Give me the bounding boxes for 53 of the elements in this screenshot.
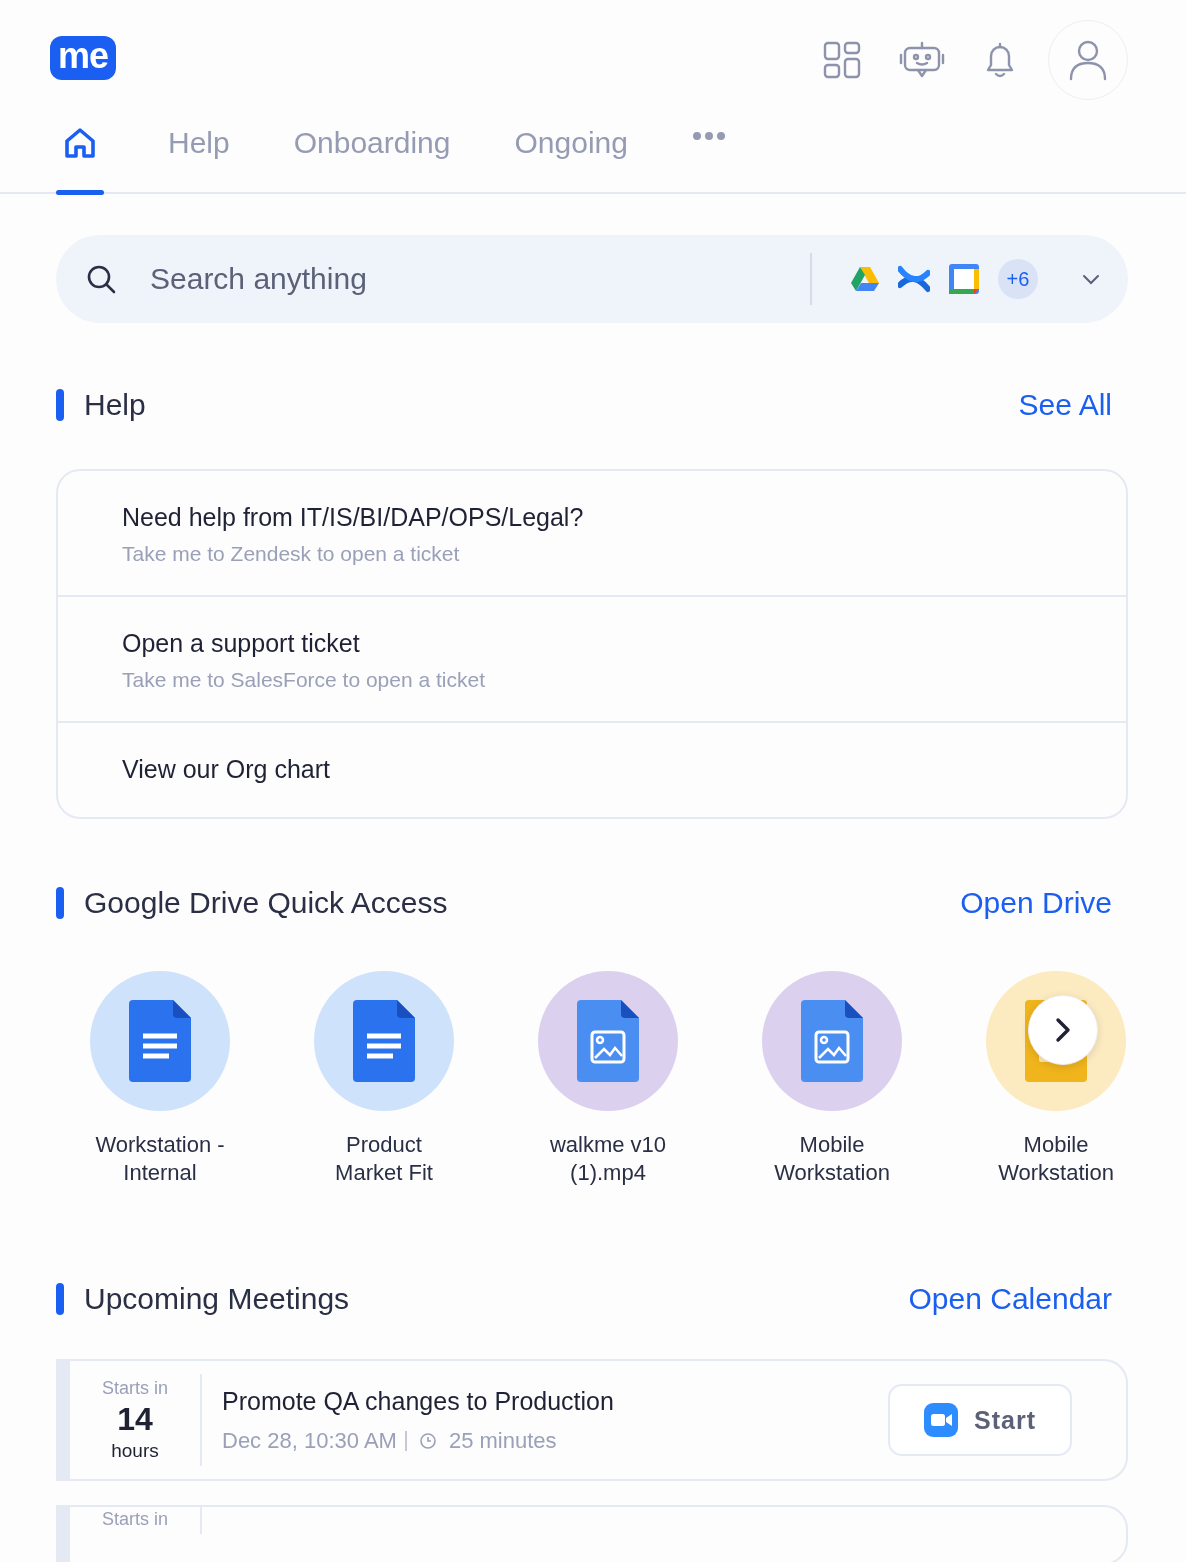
section-link[interactable]: See All [1018,388,1112,422]
chevron-down-icon[interactable] [1082,273,1100,285]
section-marker [56,1283,64,1315]
help-item[interactable]: Open a support ticket Take me to SalesForce to open a ticket [58,597,1126,723]
start-button[interactable]: Start [888,1384,1072,1456]
countdown-number: 14 [117,1401,153,1438]
calendar-icon[interactable] [948,263,980,295]
home-icon[interactable] [63,127,97,159]
starts-in-label: Starts in [102,1509,168,1530]
help-item[interactable]: Need help from IT/IS/BI/DAP/OPS/Legal? Take me to Zendesk to open a ticket [58,471,1126,597]
section-marker [56,389,64,421]
document-icon [353,1000,415,1082]
nav-tab[interactable]: Help [168,109,230,193]
person-icon [1068,39,1108,81]
meeting-title: Promote QA changes to Production [222,1386,615,1416]
video-camera-icon [924,1403,958,1437]
file-name: Mobile Workstation [997,1131,1115,1187]
nav-tab[interactable]: Onboarding [293,109,451,193]
section-link[interactable]: Open Calendar [908,1282,1112,1316]
file-name: Workstation - Internal [94,1131,226,1187]
chevron-right-icon [1055,1017,1071,1043]
starts-in-label: Starts in [102,1378,168,1399]
help-item-title: View our Org chart [122,755,331,784]
triangle-drive-icon[interactable] [850,266,880,292]
help-item-subtitle: Take me to SalesForce to open a ticket [122,668,487,692]
image-file-icon [801,1000,863,1082]
robot-chat-icon[interactable] [898,40,946,80]
nav-tab[interactable]: Ongoing [514,109,628,193]
document-icon [129,1000,191,1082]
section-title: Help [84,388,147,422]
section-title: Upcoming Meetings [84,1282,351,1316]
help-item-title: Need help from IT/IS/BI/DAP/OPS/Legal? [122,503,585,532]
crossed-arcs-icon[interactable] [898,263,930,295]
more-sources-count[interactable]: +6 [998,259,1038,299]
file-name: walkme v10 (1).mp4 [548,1131,668,1187]
search-field[interactable]: Search anything +6 [56,235,1128,323]
help-item[interactable]: View our Org chart [58,723,1126,817]
countdown-unit: hours [111,1440,159,1462]
more-icon [691,131,726,141]
file-name: Product Market Fit [334,1131,434,1187]
section-marker [56,887,64,919]
image-file-icon [577,1000,639,1082]
meeting-duration: 25 minutes [448,1427,557,1454]
help-item-title: Open a support ticket [122,629,361,658]
help-item-subtitle: Take me to Zendesk to open a ticket [122,542,461,566]
app-logo[interactable]: me [50,36,117,80]
dashboard-icon[interactable] [822,40,862,80]
clock-icon [418,1431,437,1450]
file-name: Mobile Workstation [773,1131,891,1187]
section-link[interactable]: Open Drive [960,886,1112,920]
meeting-time: Dec 28, 10:30 AM [222,1427,397,1454]
search-icon [86,264,116,294]
section-title: Google Drive Quick Access [84,886,449,920]
